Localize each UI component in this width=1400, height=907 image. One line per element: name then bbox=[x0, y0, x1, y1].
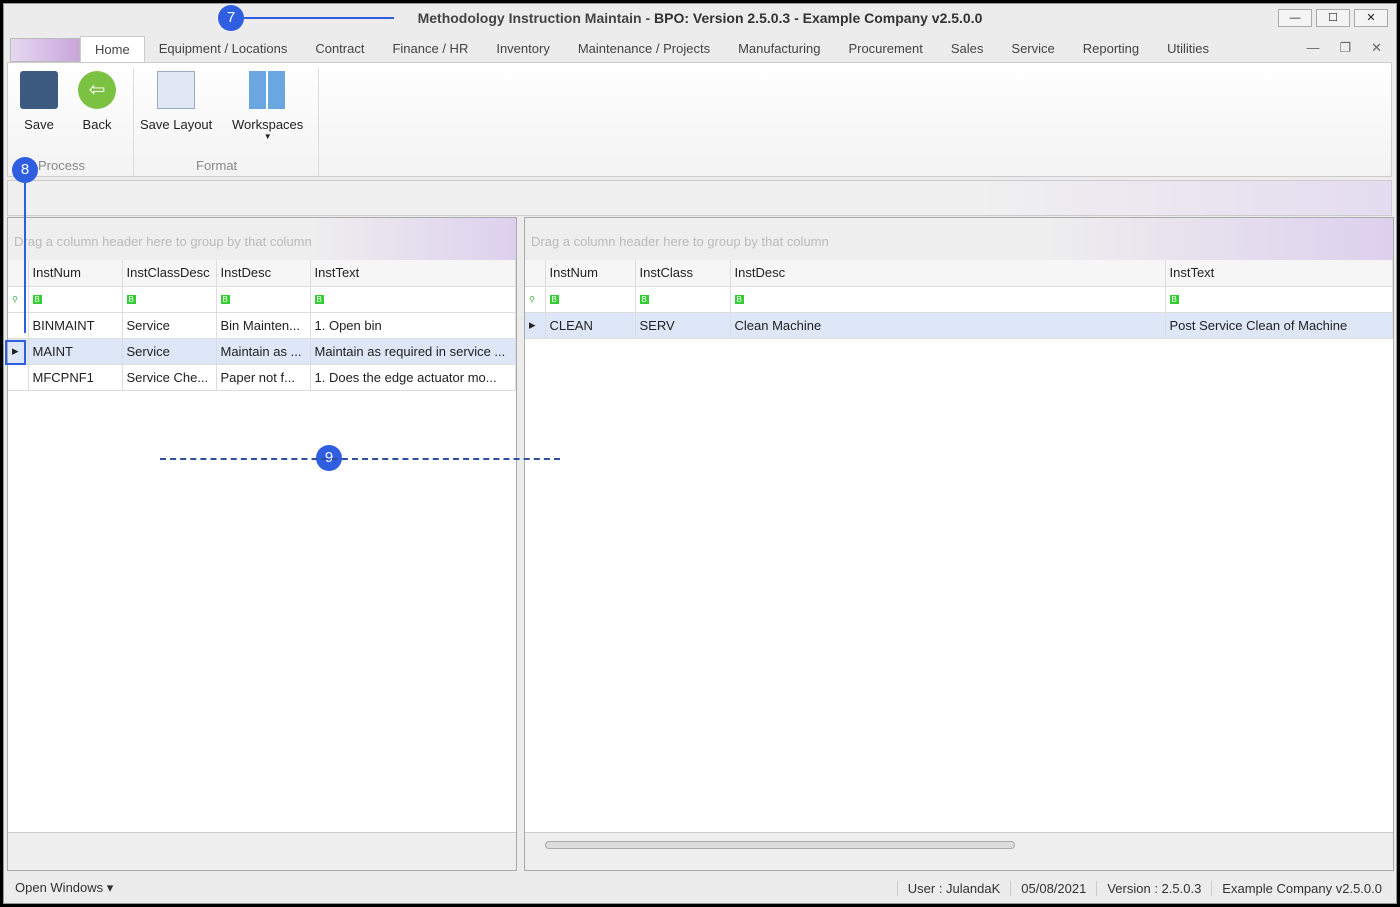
grid-footer bbox=[8, 832, 516, 870]
window-title: Methodology Instruction Maintain - BPO: … bbox=[4, 4, 1396, 32]
column-header[interactable]: InstNum bbox=[28, 260, 123, 287]
column-header[interactable]: InstClassDesc bbox=[122, 260, 217, 287]
app-menu-button[interactable] bbox=[10, 38, 80, 62]
cell[interactable]: Maintain as ... bbox=[216, 338, 311, 365]
header-row: InstNum InstClassDesc InstDesc InstText bbox=[8, 260, 516, 287]
save-label: Save bbox=[24, 117, 54, 132]
row-indicator[interactable]: ▸ bbox=[525, 312, 546, 339]
tab-service[interactable]: Service bbox=[997, 36, 1068, 62]
toolbar-strip bbox=[7, 180, 1392, 216]
cell[interactable]: 1. Does the edge actuator mo... bbox=[310, 364, 516, 391]
cell[interactable]: Clean Machine bbox=[730, 312, 1166, 339]
group-panel[interactable]: Drag a column header here to group by th… bbox=[525, 218, 1393, 260]
workspaces-grid-icon bbox=[248, 71, 287, 109]
column-header[interactable]: InstNum bbox=[545, 260, 636, 287]
filter-cell[interactable]: B bbox=[28, 286, 123, 313]
tab-procurement[interactable]: Procurement bbox=[834, 36, 936, 62]
cell[interactable]: Maintain as required in service ... bbox=[310, 338, 516, 365]
column-header[interactable]: InstDesc bbox=[216, 260, 311, 287]
ribbon-tabs: Home Equipment / Locations Contract Fina… bbox=[4, 36, 1396, 62]
tab-utilities[interactable]: Utilities bbox=[1153, 36, 1223, 62]
filter-row[interactable]: ⚲ B B B B bbox=[525, 286, 1393, 313]
filter-cell[interactable]: B bbox=[545, 286, 636, 313]
tab-maintenance[interactable]: Maintenance / Projects bbox=[564, 36, 724, 62]
right-grid: Drag a column header here to group by th… bbox=[524, 217, 1394, 871]
group-panel[interactable]: Drag a column header here to group by th… bbox=[8, 218, 516, 260]
tab-contract[interactable]: Contract bbox=[301, 36, 378, 62]
save-layout-button[interactable]: Save Layout bbox=[140, 71, 212, 132]
left-grid: Drag a column header here to group by th… bbox=[7, 217, 517, 871]
save-button[interactable]: Save bbox=[20, 71, 58, 132]
close-button[interactable]: ✕ bbox=[1354, 9, 1388, 27]
tab-home[interactable]: Home bbox=[80, 36, 145, 62]
title-text: Methodology Instruction Maintain - bbox=[417, 10, 655, 26]
filter-cell[interactable]: B bbox=[216, 286, 311, 313]
status-company: Example Company v2.5.0.0 bbox=[1211, 880, 1392, 896]
tab-manufacturing[interactable]: Manufacturing bbox=[724, 36, 834, 62]
filter-cell[interactable]: B bbox=[310, 286, 516, 313]
back-button[interactable]: ⇦ Back bbox=[78, 71, 116, 132]
column-header[interactable]: InstDesc bbox=[730, 260, 1166, 287]
cell[interactable]: Service bbox=[122, 312, 217, 339]
back-label: Back bbox=[82, 117, 112, 132]
annotation-7: 7 bbox=[218, 5, 244, 31]
filter-cell[interactable]: B bbox=[635, 286, 731, 313]
workspaces-button[interactable]: Workspaces ▼ bbox=[232, 71, 303, 141]
group-process-label: Process bbox=[38, 158, 85, 173]
mdi-close-icon[interactable]: ✕ bbox=[1371, 40, 1382, 56]
filter-icon: ⚲ bbox=[525, 286, 546, 313]
status-date: 05/08/2021 bbox=[1010, 880, 1096, 896]
title-version: BPO: Version 2.5.0.3 - Example Company v… bbox=[654, 10, 983, 26]
cell[interactable]: MAINT bbox=[28, 338, 123, 365]
tab-equipment[interactable]: Equipment / Locations bbox=[145, 36, 302, 62]
workspaces-label: Workspaces bbox=[232, 117, 304, 132]
cell[interactable]: Service bbox=[122, 338, 217, 365]
column-header[interactable]: InstText bbox=[310, 260, 516, 287]
column-header[interactable]: InstClass bbox=[635, 260, 731, 287]
back-arrow-icon: ⇦ bbox=[78, 71, 116, 109]
layout-wrench-icon bbox=[157, 71, 196, 109]
maximize-button[interactable]: ☐ bbox=[1316, 9, 1350, 27]
tab-reporting[interactable]: Reporting bbox=[1069, 36, 1153, 62]
filter-cell[interactable]: B bbox=[730, 286, 1166, 313]
cell[interactable]: Paper not f... bbox=[216, 364, 311, 391]
cell[interactable]: SERV bbox=[635, 312, 731, 339]
column-header[interactable]: InstText bbox=[1165, 260, 1393, 287]
cell[interactable]: BINMAINT bbox=[28, 312, 123, 339]
filter-cell[interactable]: B bbox=[122, 286, 217, 313]
floppy-icon bbox=[20, 71, 58, 109]
cell[interactable]: Post Service Clean of Machine bbox=[1165, 312, 1393, 339]
filter-cell[interactable]: B bbox=[1165, 286, 1393, 313]
table-row[interactable]: ▸ CLEAN SERV Clean Machine Post Service Clea… bbox=[525, 312, 1393, 339]
mdi-restore-icon[interactable]: ❐ bbox=[1339, 40, 1351, 56]
ribbon: Save ⇦ Back Save Layout Workspaces ▼ Proce… bbox=[7, 62, 1392, 177]
cell[interactable]: Bin Mainten... bbox=[216, 312, 311, 339]
horizontal-scrollbar[interactable] bbox=[525, 832, 1393, 870]
status-bar: Open Windows ▾ User : JulandaK 05/08/2021… bbox=[7, 874, 1392, 902]
cell[interactable]: MFCPNF1 bbox=[28, 364, 123, 391]
table-row[interactable]: BINMAINT Service Bin Mainten... 1. Open bin bbox=[8, 312, 516, 339]
open-windows-button[interactable]: Open Windows ▾ bbox=[7, 880, 113, 896]
cell[interactable]: 1. Open bin bbox=[310, 312, 516, 339]
status-user: User : JulandaK bbox=[896, 880, 1011, 896]
table-row[interactable]: MFCPNF1 Service Che... Paper not f... 1. Do… bbox=[8, 364, 516, 391]
tab-finance[interactable]: Finance / HR bbox=[378, 36, 482, 62]
status-version: Version : 2.5.0.3 bbox=[1096, 880, 1211, 896]
save-layout-label: Save Layout bbox=[140, 117, 213, 132]
minimize-button[interactable]: — bbox=[1278, 9, 1312, 27]
filter-row[interactable]: ⚲ B B B B bbox=[8, 286, 516, 313]
annotation-8: 8 bbox=[12, 157, 38, 183]
table-row[interactable]: ▸ MAINT Service Maintain as ... Maintain as … bbox=[8, 338, 516, 365]
tab-inventory[interactable]: Inventory bbox=[482, 36, 563, 62]
mdi-minimize-icon[interactable]: — bbox=[1306, 40, 1319, 56]
cell[interactable]: Service Che... bbox=[122, 364, 217, 391]
row-indicator[interactable] bbox=[8, 364, 29, 391]
tab-sales[interactable]: Sales bbox=[937, 36, 998, 62]
cell[interactable]: CLEAN bbox=[545, 312, 636, 339]
group-format-label: Format bbox=[196, 158, 238, 173]
header-row: InstNum InstClass InstDesc InstText bbox=[525, 260, 1393, 287]
app-window: Methodology Instruction Maintain - BPO: … bbox=[3, 3, 1397, 904]
